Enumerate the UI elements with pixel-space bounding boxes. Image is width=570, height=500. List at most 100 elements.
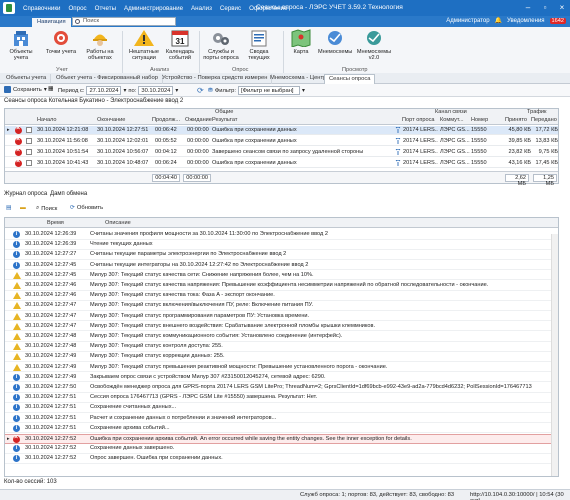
column-wait[interactable]: Ожидание [185,117,212,123]
list-item[interactable]: i 30.10.2024 12:27:51 Сохранение архива со… [5,424,558,434]
list-item[interactable]: 30.10.2024 12:27:48 Милур 307: Текущий ст… [5,342,558,352]
list-item[interactable]: 30.10.2024 12:27:47 Милур 307: Текущий ст… [5,301,558,311]
tab-objects[interactable]: Объекты учета [2,74,52,84]
chevron-down-icon[interactable]: ▾ [123,88,126,94]
table-row[interactable]: ▸ 30.10.2024 12:21:08 30.10.2024 12:27:51 0… [5,125,558,135]
column-description[interactable]: Описание [105,220,131,226]
summary-button[interactable]: Сводка текущих [242,29,276,62]
table-row[interactable]: 30.10.2024 10:51:54 30.10.2024 10:56:07 00… [5,147,558,157]
tab-poll-sessions[interactable]: Сеансы опроса [324,74,376,84]
list-item[interactable]: 30.10.2024 12:27:49 Милур 307: Текущий ст… [5,352,558,362]
column-number[interactable]: Номер [471,117,488,123]
list-item[interactable]: 30.10.2024 12:27:48 Милур 307: Текущий ст… [5,332,558,342]
row-checkbox[interactable] [26,127,32,133]
search-button[interactable]: ⌕ Поиск [36,205,57,212]
column-duration[interactable]: Продолж... [152,117,180,123]
table-row[interactable]: 30.10.2024 11:56:08 30.10.2024 12:02:01 00… [5,136,558,146]
map-button[interactable]: Карта [288,29,314,55]
menu-item-administration[interactable]: Администрирование [124,5,183,12]
tab-object-fixed-set[interactable]: Объект учета - Фиксированный набор [52,74,163,84]
warning-icon [13,363,21,371]
log-text: Считаны текущие параметры электроэнергии… [90,251,287,258]
mnemo-v2-button[interactable]: Мнемосхемы v2.0 [356,29,392,62]
menu-item-analysis[interactable]: Анализ [191,5,212,12]
row-checkbox[interactable] [26,138,32,144]
list-item[interactable]: i 30.10.2024 12:27:27 Считаны текущие пара… [5,250,558,260]
table-row[interactable]: 30.10.2024 10:41:43 30.10.2024 10:48:07 00… [5,158,558,168]
calendar-small-icon[interactable]: ▦ [48,86,53,92]
calendar-button[interactable]: 31 Календарь событий [164,29,196,62]
list-item[interactable]: 30.10.2024 12:27:47 Милур 307: Текущий ст… [5,322,558,332]
row-checkbox[interactable] [26,160,32,166]
cell-result: Завершено сеансом связи по запросу удале… [212,149,364,155]
list-item[interactable]: i 30.10.2024 12:27:51 Сохранение считанных… [5,403,558,413]
tab-poll-log[interactable]: Журнал опроса [4,191,47,197]
tab-exchange-dump[interactable]: Дамп обмена [50,191,87,197]
menu-item-service[interactable]: Сервис [220,5,241,12]
list-item[interactable]: i 30.10.2024 12:26:39 Чтение текущих данны… [5,240,558,250]
menu-item-reports[interactable]: Отчеты [95,5,116,12]
log-text: Сессия опроса 176467713 (GPRS - ЛЭРС GSM… [90,394,318,401]
row-checkbox[interactable] [26,149,32,155]
period-to-label: по: [128,87,137,94]
period-from-input[interactable]: 27.10.2024 [86,86,122,95]
period-to-input[interactable]: 30.10.2024 [138,86,174,95]
bell-icon[interactable]: 🔔 [495,17,502,24]
minimize-icon[interactable]: – [520,1,536,14]
menu-item-polling[interactable]: Опрос [68,5,86,12]
folder-icon[interactable]: ▬ [20,205,26,211]
list-item[interactable]: 30.10.2024 12:27:47 Милур 307: Текущий ст… [5,312,558,322]
list-item[interactable]: 30.10.2024 12:27:46 Милур 307: Текущий ст… [5,281,558,291]
refresh-button[interactable]: ⟳ Обновить [70,205,103,211]
search-input[interactable]: Поиск [72,17,176,26]
log-scrollbar[interactable] [551,234,558,476]
list-item[interactable]: i 30.10.2024 12:27:45 Считаны текущие инте… [5,261,558,271]
incidents-button[interactable]: Нештатные ситуации [126,29,162,62]
services-button[interactable]: Службы и порты опроса [203,29,239,62]
list-item[interactable]: i 30.10.2024 12:27:50 Освобождён менеджер … [5,383,558,393]
warning-icon [13,353,21,361]
list-item[interactable]: i 30.10.2024 12:27:51 Расчет и сохранение … [5,414,558,424]
user-name[interactable]: Администратор [446,18,489,24]
menu-item-directories[interactable]: Справочники [23,5,60,12]
column-sent[interactable]: Передано [531,117,557,123]
column-port[interactable]: Порт опроса [402,117,435,123]
sessions-grid-header: Общие Канал связи Трафик Начало Окончани… [5,109,558,125]
close-icon[interactable]: × [554,1,570,14]
server-status: http://10.104.0.30:10000/ | 10:54 (30 ок… [470,492,564,500]
column-switch[interactable]: Коммут... [440,117,464,123]
list-item[interactable]: ▸ 30.10.2024 12:27:52 Ошибка при сохранени… [5,434,558,444]
list-item[interactable]: 30.10.2024 12:27:46 Милур 307: Текущий ст… [5,291,558,301]
column-start[interactable]: Начало [37,117,57,123]
list-item[interactable]: i 30.10.2024 12:27:51 Сессия опроса 176467… [5,393,558,403]
tab-device-verification[interactable]: Устройство - Поверка средств измерен [158,74,273,84]
save-button[interactable]: Сохранить ▾ [4,86,47,93]
list-item[interactable]: i 30.10.2024 12:27:52 Сохранение данных за… [5,444,558,454]
objects-button[interactable]: Объекты учета [4,29,38,62]
refresh-icon[interactable]: ⟳ [197,86,204,95]
column-end[interactable]: Окончание [97,117,125,123]
user-area: Администратор 🔔 Уведомления 1642 [446,17,566,24]
export-icon[interactable]: ▤ [6,205,11,211]
list-item[interactable]: 30.10.2024 12:27:49 Милур 307: Текущий ст… [5,363,558,373]
chevron-down-icon[interactable]: ▾ [175,88,178,94]
column-received[interactable]: Принято [505,117,527,123]
points-button[interactable]: Точки учета [44,29,78,55]
tab-navigation[interactable]: Навигация [32,18,71,27]
chevron-down-icon[interactable]: ▾ [302,88,305,94]
list-item[interactable]: i 30.10.2024 12:27:49 Закрываем опрос связ… [5,373,558,383]
notifications-label[interactable]: Уведомления [507,18,545,24]
log-text: Милур 307: Текущий статус коммуникационн… [90,333,343,339]
row-pointer-icon: ▸ [7,436,10,442]
mnemo-button[interactable]: Мнемосхемы [318,29,352,55]
group-header-general: Общие [215,109,234,115]
tab-mnemo-center[interactable]: Мнемосхема - Центр [266,74,332,84]
list-item[interactable]: i 30.10.2024 12:27:52 Опрос завершен. Ошиб… [5,454,558,464]
maximize-icon[interactable]: ▫ [537,1,553,14]
filter-select[interactable]: [Фильтр не выбран] [237,86,300,95]
list-item[interactable]: 30.10.2024 12:27:45 Милур 307: Текущий ст… [5,271,558,281]
column-time[interactable]: Время [47,220,64,226]
column-result[interactable]: Результат [212,117,237,123]
list-item[interactable]: i 30.10.2024 12:26:39 Считаны значения про… [5,230,558,240]
works-button[interactable]: Работы на объектах [82,29,118,62]
